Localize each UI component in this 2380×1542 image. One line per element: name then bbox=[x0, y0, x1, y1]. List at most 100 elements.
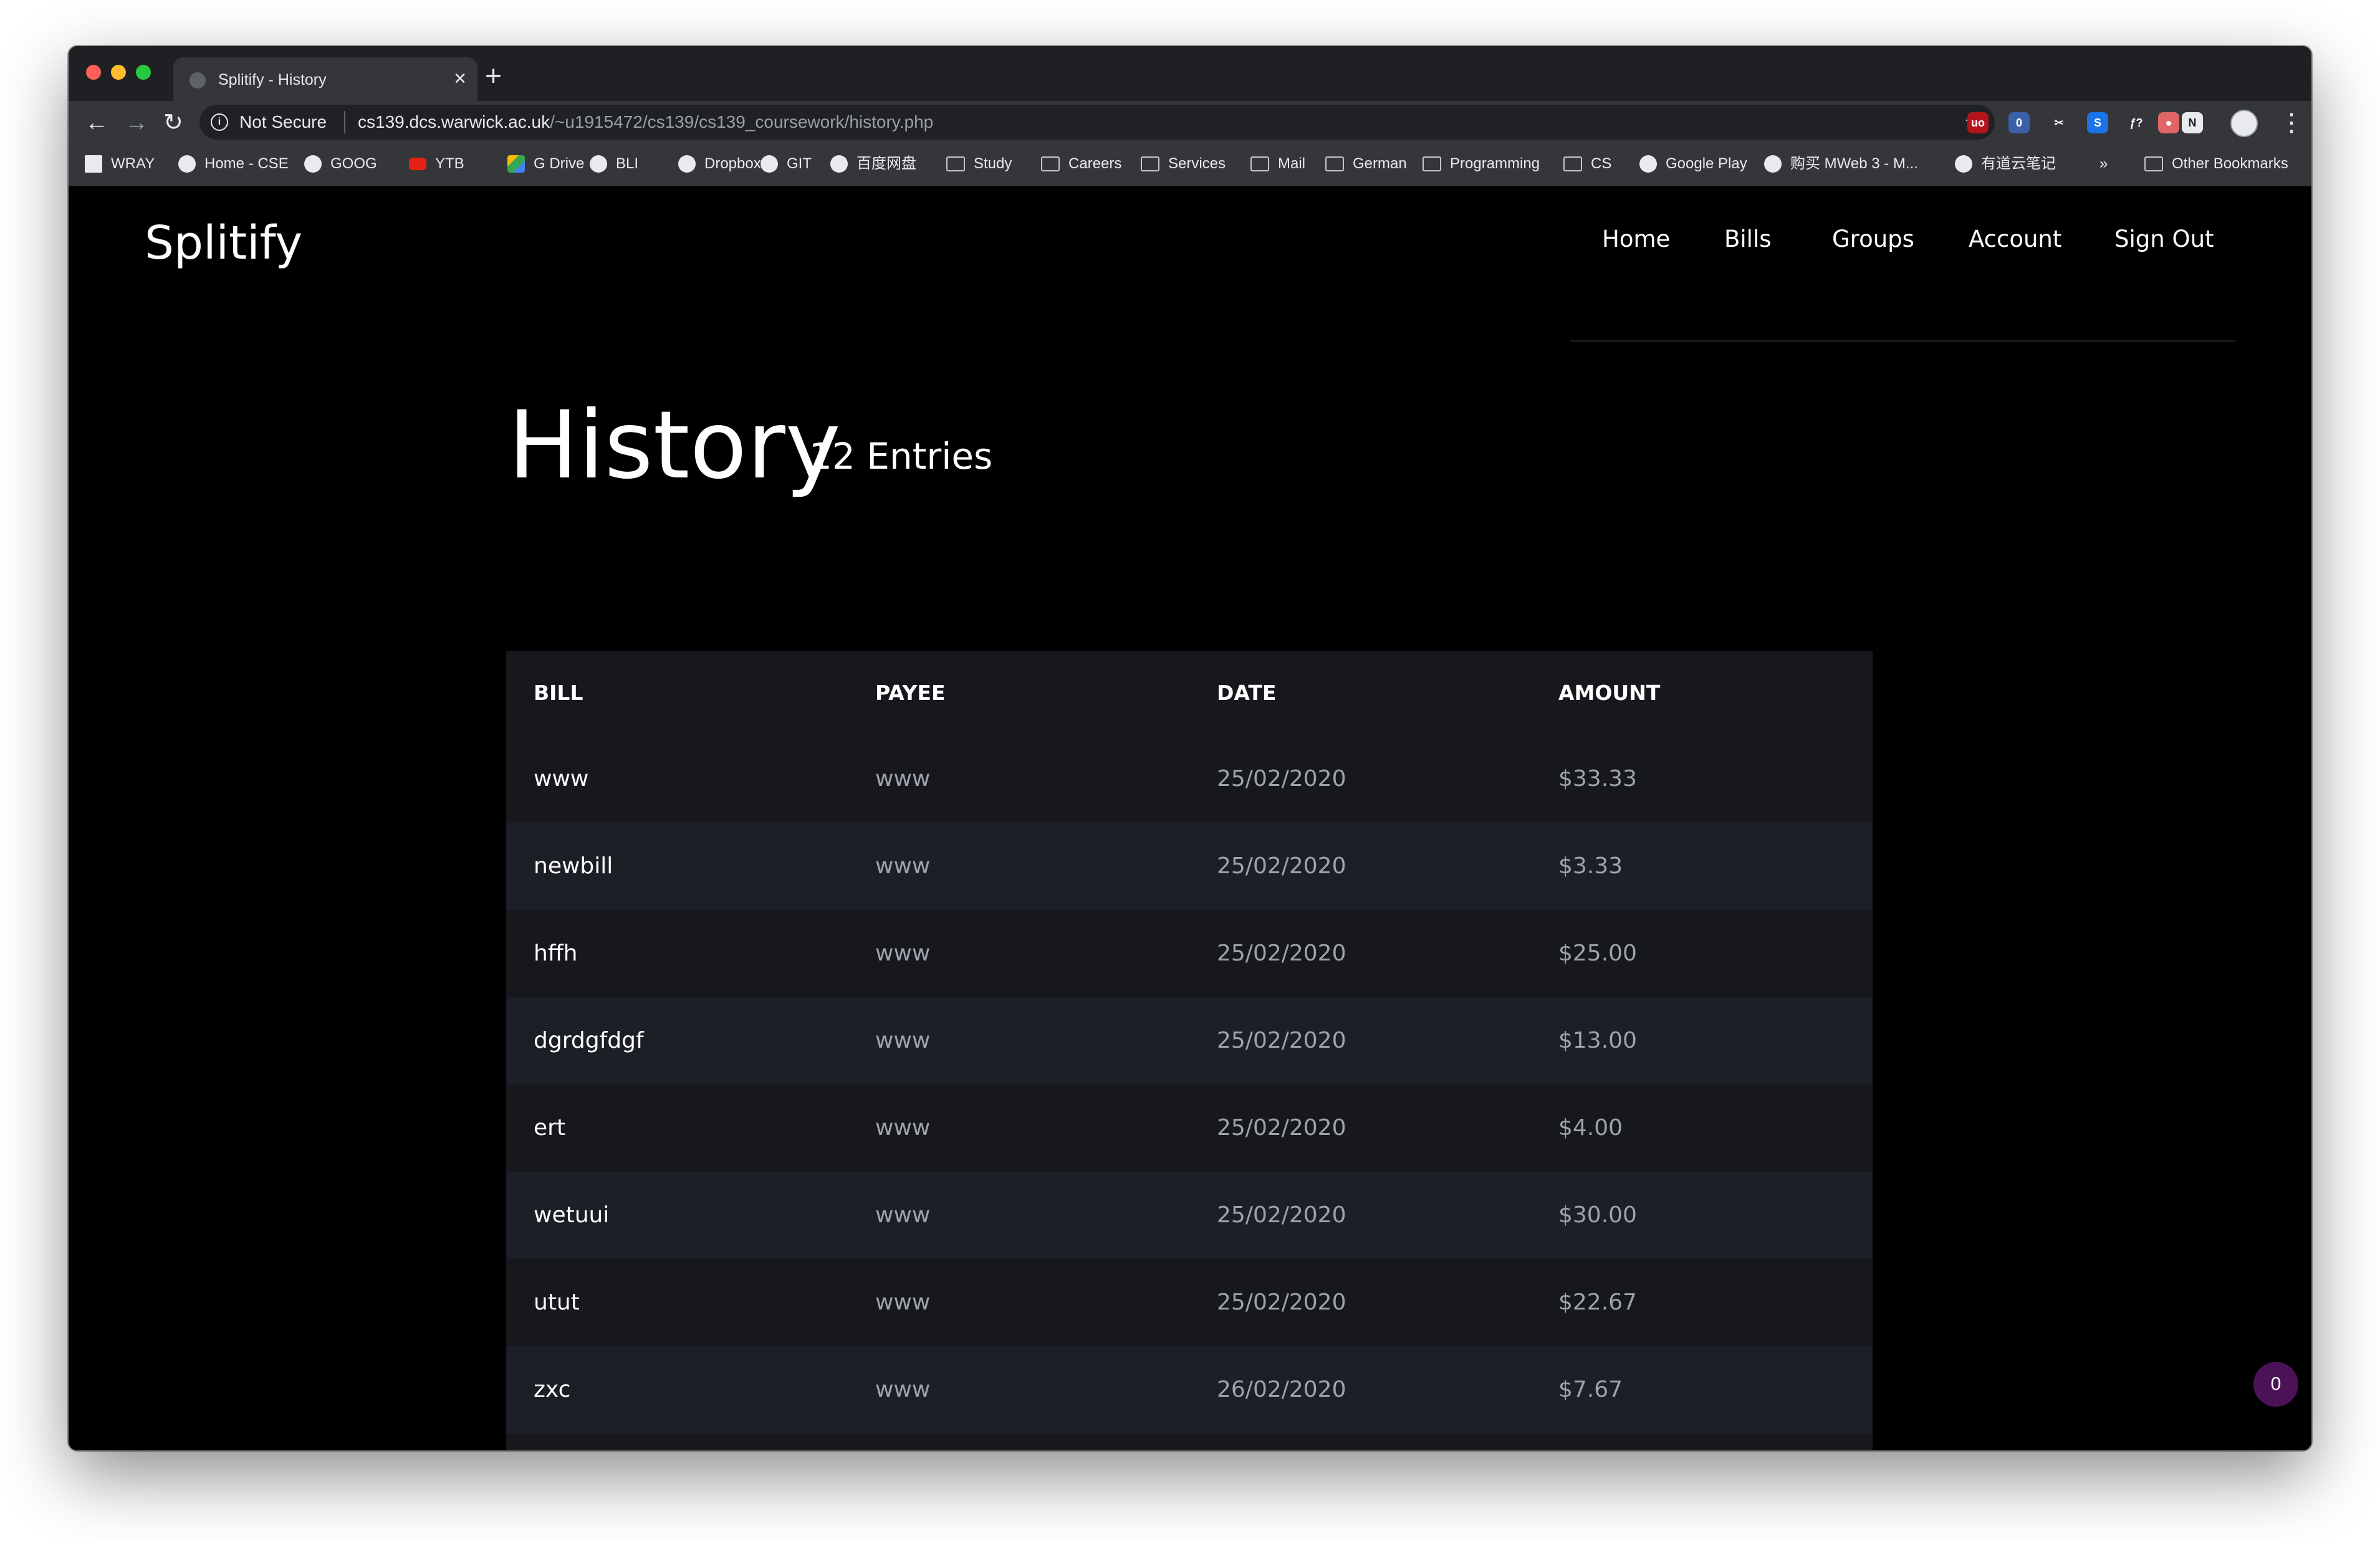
cell-date: 25/02/2020 bbox=[1217, 766, 1346, 792]
cell-amount: $22.67 bbox=[1558, 1290, 1637, 1315]
nav-divider bbox=[1570, 340, 2235, 342]
cell-payee: www bbox=[875, 1115, 931, 1141]
bookmark-item[interactable]: Careers bbox=[1041, 155, 1121, 173]
close-tab-button[interactable]: × bbox=[454, 67, 466, 90]
bookmark-label: Mail bbox=[1278, 155, 1306, 172]
bookmark-item[interactable]: Programming bbox=[1423, 155, 1540, 173]
s-extension-icon[interactable]: S bbox=[2087, 112, 2108, 133]
bookmark-item[interactable]: German bbox=[1325, 155, 1407, 173]
cell-bill: www bbox=[534, 766, 589, 792]
bookmark-item[interactable]: G Drive bbox=[507, 155, 584, 173]
bookmark-item[interactable]: WRAY bbox=[85, 155, 155, 173]
color-wheel-icon[interactable]: ● bbox=[2158, 112, 2179, 133]
nav-account[interactable]: Account bbox=[1969, 225, 2061, 254]
table-row: newbill www 25/02/2020 $3.33 bbox=[506, 823, 1873, 910]
cell-date: 25/02/2020 bbox=[1217, 941, 1346, 966]
scissors-icon[interactable]: ✂ bbox=[2048, 112, 2070, 133]
bookmark-item[interactable]: GIT bbox=[761, 155, 812, 173]
security-label[interactable]: Not Secure bbox=[239, 112, 327, 132]
bookmark-item[interactable]: CS bbox=[1563, 155, 1611, 173]
bookmark-item[interactable]: Home - CSE bbox=[178, 155, 289, 173]
globe-icon bbox=[678, 155, 696, 173]
globe-icon bbox=[590, 155, 607, 173]
bookmark-label: YTB bbox=[435, 155, 464, 172]
url-text[interactable]: cs139.dcs.warwick.ac.uk/~u1915472/cs139/… bbox=[358, 112, 933, 132]
mail-icon bbox=[85, 155, 102, 173]
bookmark-item[interactable]: YTB bbox=[409, 155, 464, 173]
bookmark-item[interactable]: Mail bbox=[1250, 155, 1305, 173]
folder-icon bbox=[1250, 156, 1269, 171]
history-table: BILL PAYEE DATE AMOUNT www www 25/02/2020 $… bbox=[506, 651, 1873, 1450]
bookmark-item[interactable]: 购买 MWeb 3 - M... bbox=[1764, 155, 1918, 173]
bookmark-item[interactable]: Dropbox bbox=[678, 155, 761, 173]
tab-history[interactable]: Splitify - History × bbox=[173, 57, 477, 101]
notion-icon[interactable]: N bbox=[2182, 112, 2203, 133]
globe-icon bbox=[178, 155, 196, 173]
folder-icon bbox=[1325, 156, 1344, 171]
url-host: cs139.dcs.warwick.ac.uk bbox=[358, 112, 550, 132]
bookmark-label: Home - CSE bbox=[204, 155, 289, 172]
bookmark-item[interactable]: Study bbox=[946, 155, 1012, 173]
table-body: www www 25/02/2020 $33.33 newbill www 25/02/20… bbox=[506, 735, 1873, 1450]
overflow-chevron-icon: » bbox=[2099, 155, 2108, 172]
reload-button[interactable]: ↻ bbox=[163, 107, 183, 138]
bookmark-item[interactable]: Services bbox=[1141, 155, 1226, 173]
folder-icon bbox=[1563, 156, 1582, 171]
column-header-payee: PAYEE bbox=[875, 681, 946, 705]
bookmark-label: 百度网盘 bbox=[857, 155, 916, 172]
formula-icon[interactable]: ƒ? bbox=[2126, 112, 2147, 133]
bookmark-item[interactable]: BLI bbox=[590, 155, 638, 173]
globe-icon bbox=[1639, 155, 1657, 173]
cell-date: 25/02/2020 bbox=[1217, 853, 1346, 879]
table-header: BILL PAYEE DATE AMOUNT bbox=[506, 651, 1873, 735]
nav-home[interactable]: Home bbox=[1602, 225, 1670, 254]
other-bookmarks[interactable]: Other Bookmarks bbox=[2144, 155, 2288, 173]
ublock-icon[interactable]: uo bbox=[1967, 112, 1989, 133]
profile-avatar[interactable] bbox=[2230, 110, 2258, 137]
bookmark-item[interactable]: 有道云笔记 bbox=[1955, 155, 2056, 173]
folder-icon bbox=[1423, 156, 1441, 171]
globe-icon bbox=[830, 155, 848, 173]
cell-bill: newbill bbox=[534, 853, 613, 879]
site-brand[interactable]: Splitify bbox=[145, 215, 302, 271]
bookmark-item[interactable]: 百度网盘 bbox=[830, 155, 916, 173]
extension-badge-icon[interactable]: 0 bbox=[2008, 112, 2030, 133]
cell-amount: $13.00 bbox=[1558, 1028, 1637, 1053]
address-bar[interactable]: i Not Secure cs139.dcs.warwick.ac.uk/~u1… bbox=[199, 105, 1995, 140]
minimize-window-button[interactable] bbox=[111, 65, 126, 80]
back-button[interactable]: ← bbox=[85, 107, 108, 138]
cell-date: 25/02/2020 bbox=[1217, 1028, 1346, 1053]
tab-title: Splitify - History bbox=[218, 71, 327, 89]
bookmark-label: Programming bbox=[1450, 155, 1540, 172]
cell-payee: www bbox=[875, 1202, 931, 1228]
table-row: ert www 25/02/2020 $4.00 bbox=[506, 1085, 1873, 1172]
bookmark-item[interactable]: GOOG bbox=[304, 155, 377, 173]
bookmark-item[interactable]: Google Play bbox=[1639, 155, 1747, 173]
bookmark-label: WRAY bbox=[111, 155, 155, 172]
browser-menu-button[interactable]: ⋮ bbox=[2279, 107, 2304, 138]
nav-sign-out[interactable]: Sign Out bbox=[2114, 225, 2214, 254]
globe-icon bbox=[190, 72, 206, 89]
bookmark-label: German bbox=[1353, 155, 1407, 172]
close-window-button[interactable] bbox=[86, 65, 101, 80]
maximize-window-button[interactable] bbox=[136, 65, 151, 80]
bookmark-label: Dropbox bbox=[704, 155, 761, 172]
info-icon[interactable]: i bbox=[211, 113, 228, 131]
cell-date: 25/02/2020 bbox=[1217, 1115, 1346, 1141]
notification-badge[interactable]: 0 bbox=[2253, 1362, 2298, 1407]
page-content: Splitify Home Bills Groups Account Sign … bbox=[69, 186, 2311, 1450]
cell-payee: www bbox=[875, 1377, 931, 1402]
bookmark-label: 购买 MWeb 3 - M... bbox=[1790, 155, 1918, 172]
cell-date: 26/02/2020 bbox=[1217, 1377, 1346, 1402]
github-icon bbox=[761, 155, 778, 173]
cell-payee: www bbox=[875, 766, 931, 792]
cell-amount: $3.33 bbox=[1558, 853, 1623, 879]
new-tab-button[interactable]: + bbox=[485, 60, 502, 91]
bookmark-label: BLI bbox=[616, 155, 639, 172]
nav-groups[interactable]: Groups bbox=[1832, 225, 1914, 254]
bookmark-label: Services bbox=[1168, 155, 1226, 172]
browser-toolbar: ← → ↻ i Not Secure cs139.dcs.warwick.ac.… bbox=[69, 101, 2311, 146]
nav-bills[interactable]: Bills bbox=[1724, 225, 1772, 254]
bookmarks-overflow-button[interactable]: » bbox=[2099, 155, 2108, 173]
forward-button[interactable]: → bbox=[125, 107, 148, 138]
